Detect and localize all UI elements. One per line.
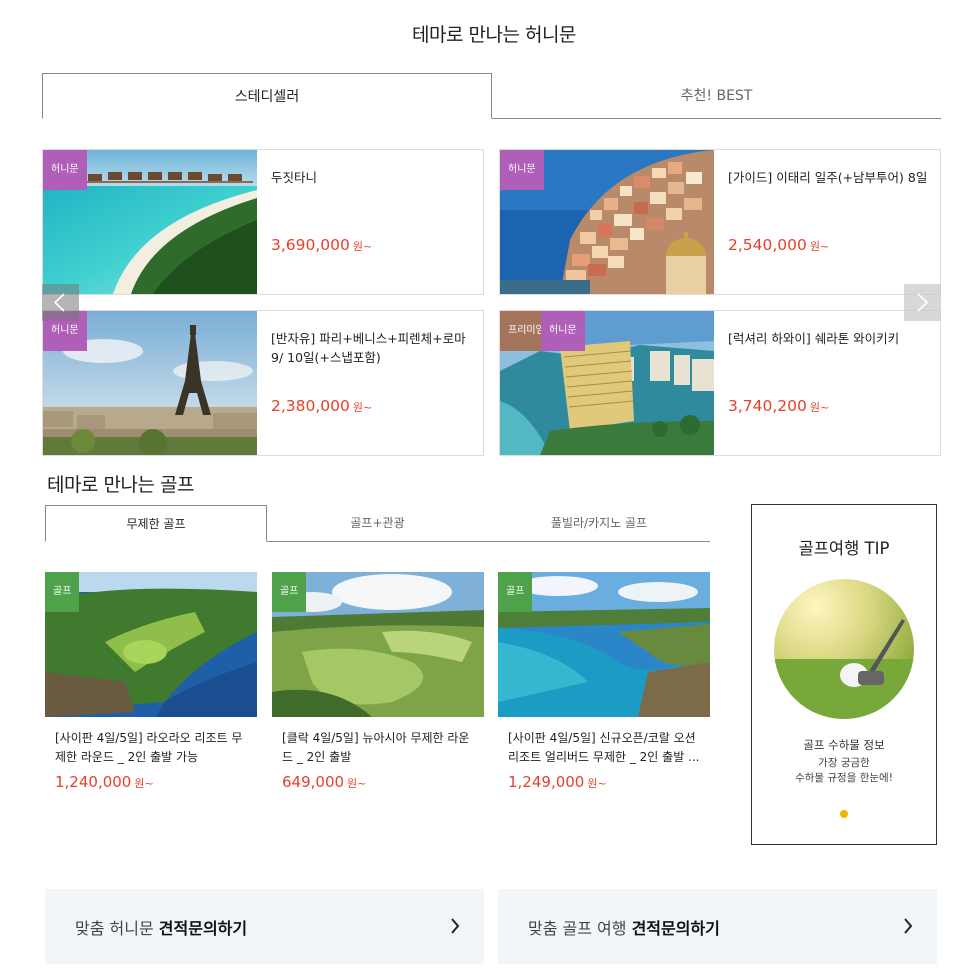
product-price: 2,540,000 원~	[728, 236, 830, 254]
product-title: [가이드] 이태리 일주(+남부투어) 8일	[728, 170, 928, 185]
honeymoon-badge: 허니문	[541, 311, 585, 351]
product-card[interactable]: 프리미엄 허니문 [럭셔리 하와이] 쉐라톤 와이키키 3,740,200 원~	[499, 310, 941, 456]
golf-tip-box[interactable]: 골프여행 TIP 골프 수하물 정보 가장 궁금한 수하물 규정을 한눈에!	[751, 504, 937, 845]
golf-photo-coral-ocean: 골프	[498, 572, 710, 717]
chevron-left-icon	[53, 293, 65, 312]
golf-product-card[interactable]: 골프 [클락 4일/5일] 뉴아시아 무제한 라운드 _ 2인 출발 649,0…	[272, 572, 484, 791]
golf-badge: 골프	[272, 572, 307, 612]
honeymoon-quote-button[interactable]: 맞춤 허니문 견적문의하기	[45, 889, 484, 964]
tab-recommended-best[interactable]: 추천! BEST	[492, 73, 941, 119]
chevron-right-icon	[451, 918, 460, 934]
product-price: 2,380,000 원~	[271, 397, 373, 415]
carousel-prev-button[interactable]	[42, 284, 79, 321]
golf-tabs: 무제한 골프 골프+관광 풀빌라/카지노 골프	[45, 505, 710, 542]
tab-steady-seller[interactable]: 스테디셀러	[42, 73, 492, 119]
product-title: 두짓타니	[271, 170, 318, 185]
golf-product-card[interactable]: 골프 [사이판 4일/5일] 신규오픈/코랄 오션 리조트 얼리버드 무제한 _…	[498, 572, 710, 791]
golf-quote-button[interactable]: 맞춤 골프 여행 견적문의하기	[498, 889, 937, 964]
honeymoon-section-title: 테마로 만나는 허니문	[412, 24, 576, 46]
golf-photo-laolao: 골프	[45, 572, 257, 717]
honeymoon-badge: 허니문	[43, 150, 87, 190]
cta-label: 맞춤 골프 여행 견적문의하기	[528, 919, 720, 938]
carousel-dot-indicator[interactable]	[840, 810, 848, 818]
cta-label: 맞춤 허니문 견적문의하기	[75, 919, 248, 938]
carousel-next-button[interactable]	[904, 284, 941, 321]
golf-tip-subtitle: 골프 수하물 정보	[803, 738, 885, 752]
golf-product-title: [사이판 4일/5일] 신규오픈/코랄 오션 리조트 얼리버드 무제한 _ 2인…	[508, 731, 700, 764]
golf-badge: 골프	[498, 572, 533, 612]
golf-product-card[interactable]: 골프 [사이판 4일/5일] 라오라오 리조트 무제한 라운드 _ 2인 출발 …	[45, 572, 257, 791]
product-title: [반자유] 파리+베니스+피렌체+로마 9/ 10일(+스냅포함)	[271, 331, 466, 365]
product-price: 3,690,000 원~	[271, 236, 373, 254]
honeymoon-badge: 허니문	[500, 150, 544, 190]
golf-section-title: 테마로 만나는 골프	[47, 474, 194, 496]
tab-poolvilla-casino-golf[interactable]: 풀빌라/카지노 골프	[488, 505, 710, 542]
product-title: [럭셔리 하와이] 쉐라톤 와이키키	[728, 331, 900, 346]
golf-tip-photo	[774, 579, 914, 719]
honeymoon-tabs: 스테디셀러 추천! BEST	[42, 73, 941, 119]
golf-product-price: 1,240,000 원~	[55, 773, 154, 791]
product-card[interactable]: 허니문 두짓타니 3,690,000 원~	[42, 149, 484, 295]
product-price: 3,740,200 원~	[728, 397, 830, 415]
golf-tip-description: 가장 궁금한 수하물 규정을 한눈에!	[795, 757, 893, 784]
golf-product-price: 649,000 원~	[282, 773, 367, 791]
golf-product-price: 1,249,000 원~	[508, 773, 607, 791]
golf-product-title: [사이판 4일/5일] 라오라오 리조트 무제한 라운드 _ 2인 출발 가능	[55, 731, 243, 764]
golf-product-title: [클락 4일/5일] 뉴아시아 무제한 라운드 _ 2인 출발	[282, 731, 470, 764]
tab-unlimited-golf[interactable]: 무제한 골프	[45, 505, 267, 542]
product-card[interactable]: 허니문 [반자유] 파리+베니스+피렌체+로마 9/ 10일(+스냅포함) 2,…	[42, 310, 484, 456]
golf-photo-new-asia: 골프	[272, 572, 484, 717]
golf-tip-title: 골프여행 TIP	[798, 539, 890, 558]
product-card[interactable]: 허니문 [가이드] 이태리 일주(+남부투어) 8일 2,540,000 원~	[499, 149, 941, 295]
golf-badge: 골프	[45, 572, 80, 612]
chevron-right-icon	[904, 918, 913, 934]
tab-golf-tour[interactable]: 골프+관광	[267, 505, 488, 542]
chevron-right-icon	[917, 293, 929, 312]
